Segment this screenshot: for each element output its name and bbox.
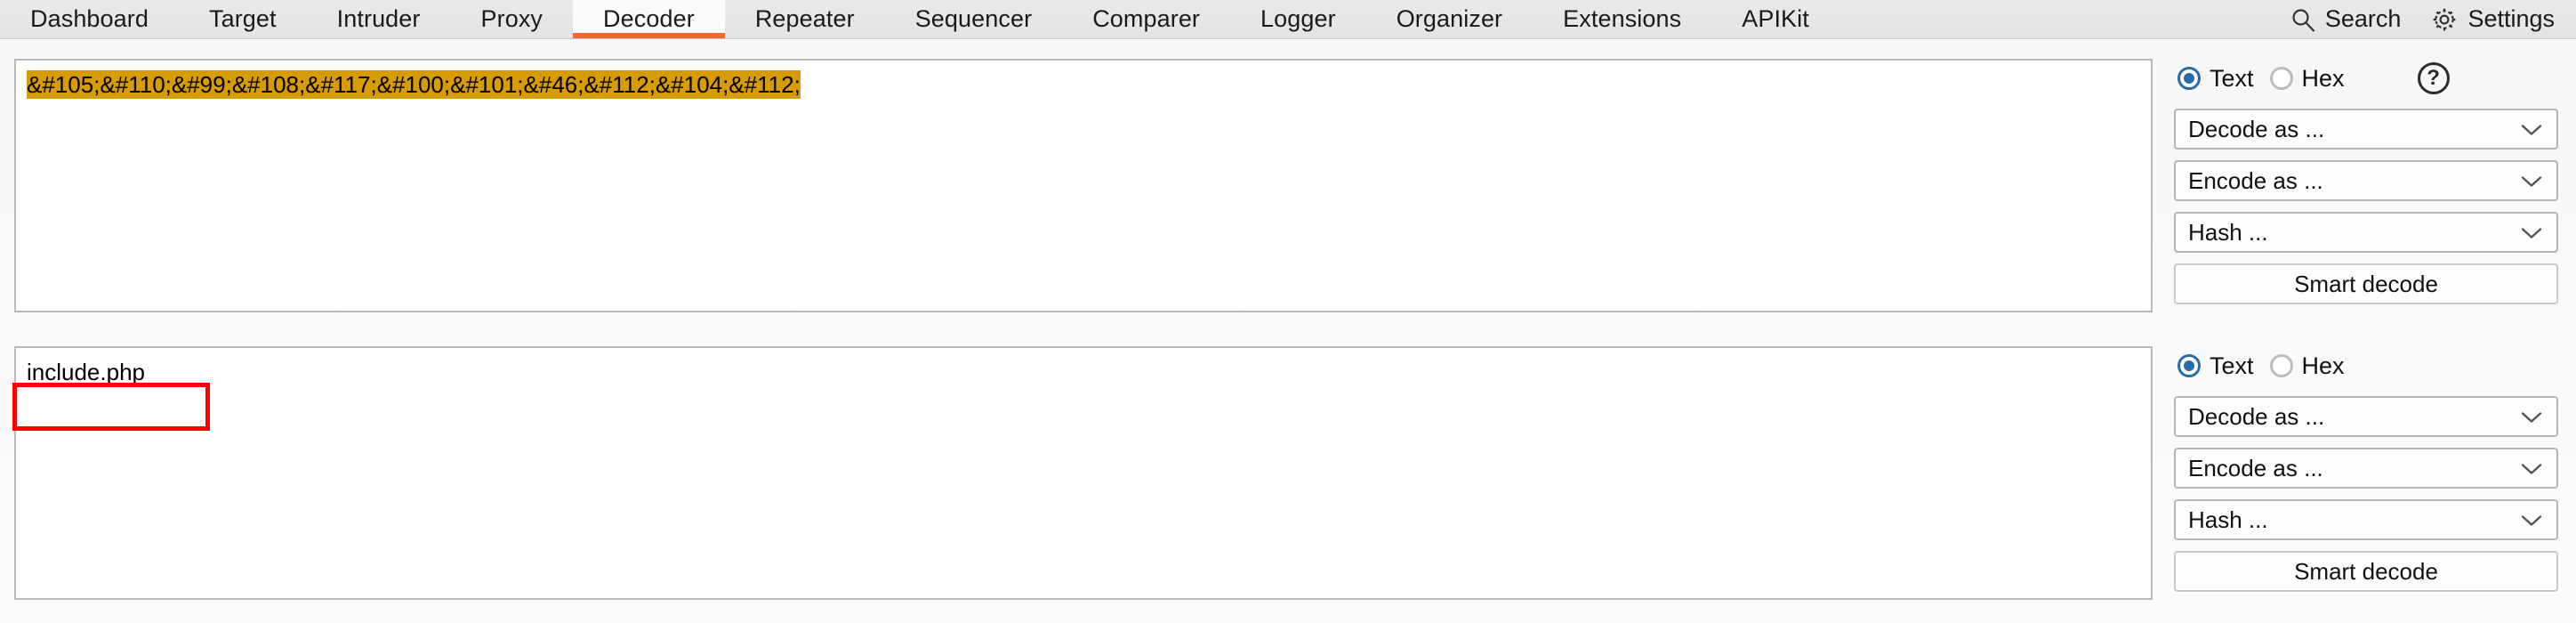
output-smart-decode-label: Smart decode [2294,557,2438,585]
search-label: Search [2324,5,2402,32]
tab-label: APIKit [1742,5,1809,32]
decoder-output-controls: Text Hex Decode as ... Encode as ... Has… [2174,346,2565,592]
help-icon[interactable]: ? [2417,62,2450,94]
tab-label: Repeater [754,5,855,32]
tab-apikit[interactable]: APIKit [1711,0,1839,38]
output-format-radio-group: Text Hex [2174,346,2565,385]
input-hash-label: Hash ... [2188,218,2268,246]
output-radio-hex-label: Hex [2301,352,2345,379]
tab-organizer[interactable]: Organizer [1366,0,1533,38]
radio-selected-icon[interactable] [2178,354,2201,377]
decoder-input-editor[interactable]: &#105;&#110;&#99;&#108;&#117;&#100;&#101… [14,59,2153,312]
tab-extensions[interactable]: Extensions [1533,0,1711,38]
decoder-output-text-area[interactable]: include.php [16,348,2151,397]
output-radio-hex[interactable]: Hex [2269,352,2345,380]
output-smart-decode-button[interactable]: Smart decode [2174,551,2558,592]
input-smart-decode-button[interactable]: Smart decode [2174,263,2558,304]
tabbar-right-actions: Search Settings [2290,0,2576,38]
tab-repeater[interactable]: Repeater [725,0,885,38]
tab-dashboard[interactable]: Dashboard [0,0,179,38]
input-radio-text[interactable]: Text [2178,65,2254,93]
tab-target[interactable]: Target [179,0,307,38]
decoder-output-editor[interactable]: include.php [14,346,2153,600]
output-decode-as-label: Decode as ... [2188,402,2325,430]
chevron-down-icon [2521,506,2542,534]
output-decode-as-select[interactable]: Decode as ... [2174,396,2558,437]
settings-button[interactable]: Settings [2431,5,2555,33]
output-hash-label: Hash ... [2188,506,2268,533]
input-decode-as-label: Decode as ... [2188,115,2325,142]
decoder-input-controls: Text Hex ? Decode as ... Encode as ... H… [2174,59,2565,304]
tab-label: Dashboard [30,5,149,32]
decoder-workspace: &#105;&#110;&#99;&#108;&#117;&#100;&#101… [0,39,2576,623]
chevron-down-icon [2521,167,2542,195]
tab-proxy[interactable]: Proxy [451,0,574,38]
chevron-down-icon [2521,403,2542,431]
tab-label: Intruder [336,5,421,32]
input-format-radio-group: Text Hex ? [2174,59,2565,98]
tab-label: Sequencer [914,5,1033,32]
gear-icon [2431,6,2458,33]
input-radio-hex[interactable]: Hex [2269,64,2345,93]
main-tab-bar: Dashboard Target Intruder Proxy Decoder … [0,0,2576,39]
decoder-input-text-area[interactable]: &#105;&#110;&#99;&#108;&#117;&#100;&#101… [16,61,2151,109]
tab-label: Organizer [1396,5,1503,32]
search-button[interactable]: Search [2290,5,2402,33]
tab-label: Decoder [603,5,695,32]
tab-label: Comparer [1092,5,1201,32]
chevron-down-icon [2521,116,2542,143]
help-icon-label: ? [2427,66,2440,90]
input-radio-text-label: Text [2210,64,2254,92]
radio-unselected-icon[interactable] [2269,354,2293,377]
input-encode-as-select[interactable]: Encode as ... [2174,160,2558,201]
tab-logger[interactable]: Logger [1230,0,1366,38]
tab-comparer[interactable]: Comparer [1062,0,1230,38]
settings-label: Settings [2467,5,2555,32]
search-icon [2290,7,2315,32]
tab-decoder[interactable]: Decoder [573,0,725,38]
input-encode-as-label: Encode as ... [2188,166,2323,194]
encoded-text-highlight[interactable]: &#105;&#110;&#99;&#108;&#117;&#100;&#101… [27,70,801,99]
tab-label: Target [209,5,277,32]
chevron-down-icon [2521,219,2542,247]
tab-label: Proxy [480,5,543,32]
output-radio-text-label: Text [2210,352,2254,379]
radio-unselected-icon[interactable] [2269,67,2293,90]
chevron-down-icon [2521,455,2542,482]
output-radio-text[interactable]: Text [2178,352,2254,380]
tab-label: Extensions [1563,5,1682,32]
input-smart-decode-label: Smart decode [2294,270,2438,297]
input-hash-select[interactable]: Hash ... [2174,212,2558,253]
tabbar-spacer [1839,0,2290,38]
input-radio-hex-label: Hex [2301,64,2345,92]
output-encode-as-label: Encode as ... [2188,454,2323,481]
radio-selected-icon[interactable] [2178,67,2201,90]
output-hash-select[interactable]: Hash ... [2174,499,2558,540]
tab-sequencer[interactable]: Sequencer [885,0,1063,38]
tab-intruder[interactable]: Intruder [307,0,451,38]
input-decode-as-select[interactable]: Decode as ... [2174,109,2558,150]
decoded-text[interactable]: include.php [27,359,145,385]
output-encode-as-select[interactable]: Encode as ... [2174,448,2558,489]
tab-label: Logger [1260,5,1336,32]
